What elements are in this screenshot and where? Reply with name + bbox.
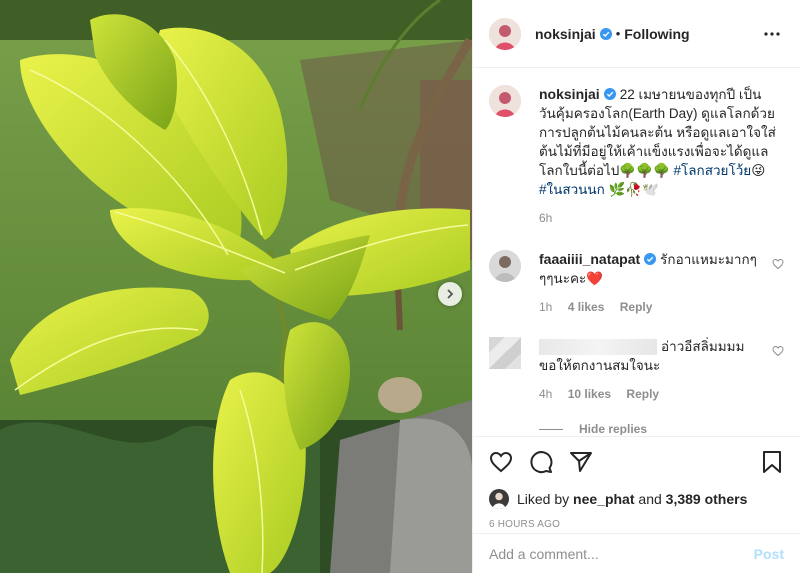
avatar[interactable]	[489, 250, 521, 282]
post-photo[interactable]	[0, 0, 472, 573]
comment-body: faaaiiii_natapat รักอาแหมะมากๆๆๆนะคะ❤️ 1h…	[539, 250, 784, 317]
reply-button[interactable]: Reply	[620, 300, 653, 314]
carousel-next-button[interactable]	[438, 282, 462, 306]
caption-row: noksinjai 22 เมษายนของทุกปี เป็นวันคุ้มคร…	[489, 85, 784, 228]
heart-icon[interactable]	[489, 450, 513, 474]
comment-row: อ่าวอีสลิ่มมมม ขอให้ตกงานสมใจนะ 4h 10 li…	[489, 337, 784, 404]
comment-meta: 4h 10 likes Reply	[539, 385, 762, 404]
add-comment-bar: Post	[473, 533, 800, 573]
comment-username[interactable]: faaaiiii_natapat	[539, 251, 640, 267]
following-button[interactable]: Following	[624, 26, 689, 42]
comment-input[interactable]	[489, 545, 754, 562]
hide-replies-button[interactable]: Hide replies	[539, 422, 784, 435]
post-author-username[interactable]: noksinjai	[535, 26, 596, 42]
blurred-username	[539, 339, 657, 356]
comments-list[interactable]: noksinjai 22 เมษายนของทุกปี เป็นวันคุ้มคร…	[473, 69, 800, 435]
comment-likes[interactable]: 4 likes	[568, 300, 605, 314]
post-timestamp[interactable]: 6 HOURS AGO	[489, 519, 784, 530]
verified-badge-icon	[603, 88, 616, 100]
post-side-panel: noksinjai • Following noksinjai 22 เมษายน…	[472, 0, 800, 573]
separator-dot: •	[615, 26, 621, 41]
blurred-avatar	[489, 337, 521, 369]
hashtag-link[interactable]: #โลกสวยโว้ย	[674, 163, 752, 178]
avatar[interactable]	[489, 489, 509, 509]
caption-time[interactable]: 6h	[539, 211, 552, 225]
comment-meta: 1h 4 likes Reply	[539, 298, 762, 317]
liked-by: Liked by nee_phat and 3,389 others	[489, 489, 784, 509]
chevron-right-icon	[447, 289, 454, 299]
action-icons	[489, 447, 784, 477]
comment-time[interactable]: 4h	[539, 387, 552, 401]
more-options-icon[interactable]	[760, 22, 784, 46]
verified-badge-icon	[599, 27, 612, 40]
caption-body: noksinjai 22 เมษายนของทุกปี เป็นวันคุ้มคร…	[539, 85, 784, 228]
share-icon[interactable]	[569, 450, 593, 474]
avatar[interactable]	[489, 17, 521, 50]
liked-by-count[interactable]: 3,389 others	[666, 491, 748, 507]
comment-time[interactable]: 1h	[539, 300, 552, 314]
comment-icon[interactable]	[529, 450, 553, 474]
bookmark-icon[interactable]	[760, 450, 784, 474]
avatar[interactable]	[489, 85, 521, 117]
post-comment-button[interactable]: Post	[754, 546, 784, 562]
liked-by-prefix: Liked by	[517, 491, 570, 507]
reply-button[interactable]: Reply	[626, 387, 659, 401]
comment-row: faaaiiii_natapat รักอาแหมะมากๆๆๆนะคะ❤️ 1h…	[489, 250, 784, 317]
hashtag-link[interactable]: #ในสวนนก	[539, 182, 605, 197]
caption-meta: 6h	[539, 209, 776, 228]
plant-image	[0, 0, 472, 573]
comment-like-icon[interactable]	[772, 345, 784, 357]
liked-by-and: and	[638, 491, 662, 507]
post-actions: Liked by nee_phat and 3,389 others 6 HOU…	[473, 436, 800, 530]
liked-by-user[interactable]: nee_phat	[573, 491, 634, 507]
comment-like-icon[interactable]	[772, 258, 784, 270]
comment-likes[interactable]: 10 likes	[568, 387, 611, 401]
hide-replies-label: Hide replies	[579, 422, 648, 435]
verified-badge-icon	[644, 253, 657, 265]
caption-username[interactable]: noksinjai	[539, 86, 600, 102]
divider	[539, 428, 563, 430]
comment-body: อ่าวอีสลิ่มมมม ขอให้ตกงานสมใจนะ 4h 10 li…	[539, 337, 784, 404]
caption-emoji: 😜	[751, 163, 766, 178]
caption-end-emoji: 🌿🥀🕊️	[608, 182, 659, 197]
post-header: noksinjai • Following	[473, 0, 800, 68]
